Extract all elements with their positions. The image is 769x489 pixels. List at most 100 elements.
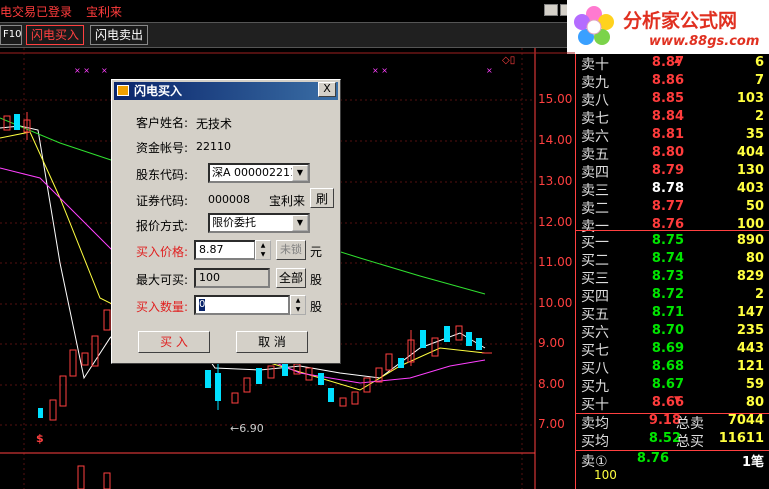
flash-buy-button[interactable]: 闪电买入 (26, 25, 84, 45)
quote-row[interactable]: 卖八 8.85 103 (576, 90, 769, 109)
quote-row-volume: 2 (754, 287, 764, 302)
lock-button[interactable]: 未锁 (276, 240, 306, 260)
quote-row-volume: 103 (736, 91, 764, 106)
quote-row-volume: 2 (754, 109, 764, 124)
quote-row-price: 8.70 (651, 323, 684, 338)
site-logo: 分析家公式网 www.88gs.com (567, 0, 769, 54)
up-arrow-icon: ▲ (674, 55, 681, 65)
quote-mode-select[interactable]: 限价委托 ▼ (208, 213, 310, 233)
qty-share-unit: 股 (310, 300, 323, 314)
quote-row-price: 8.80 (651, 145, 684, 160)
minimize-button[interactable] (544, 4, 558, 16)
low-price-annotation: ←6.90 (230, 422, 264, 435)
account-value: 22110 (196, 140, 231, 153)
chevron-down-icon[interactable]: ▼ (292, 165, 308, 181)
quote-row-label: 买三 (581, 271, 609, 287)
buy-price-input[interactable]: 8.87 (194, 240, 256, 260)
quote-row[interactable]: 买五 8.71 147 (576, 304, 769, 323)
quote-row-price: 8.67 (651, 377, 684, 392)
avg-sell-row: 卖均 9.18 总卖 7044 (581, 413, 764, 432)
quote-row-volume: 80 (745, 251, 764, 266)
quote-row[interactable]: 卖五 8.80 404 (576, 144, 769, 163)
quote-row[interactable]: 卖九 8.86 7 (576, 72, 769, 91)
buy-button[interactable]: 买 入 (138, 331, 210, 353)
stock-name: 宝利来 (86, 5, 123, 19)
quote-row-volume: 235 (736, 323, 764, 338)
quote-row-volume: 50 (745, 199, 764, 214)
y-label-7: 7.00 (538, 417, 565, 431)
quote-row-label: 买六 (581, 325, 609, 341)
toolbar: F10 闪电买入 闪电卖出 (0, 22, 575, 48)
quote-row-volume: 35 (745, 127, 764, 142)
quote-row[interactable]: 买二 8.74 80 (576, 250, 769, 269)
quote-row[interactable]: 买一 8.75 890 (576, 232, 769, 251)
quote-row[interactable]: 买九 8.67 59 (576, 376, 769, 395)
y-label-15: 15.00 (538, 92, 573, 106)
quote-row-price: 8.71 (651, 305, 684, 320)
quote-row[interactable]: 卖三 8.78 403 (576, 180, 769, 199)
quote-row[interactable]: 卖四 8.79 130 (576, 162, 769, 181)
f10-button[interactable]: F10 (0, 25, 22, 45)
quote-row-volume: 890 (736, 233, 764, 248)
quote-row-volume: 80 (745, 395, 764, 410)
quote-row-price: 8.69 (651, 341, 684, 356)
quote-row-label: 卖三 (581, 183, 609, 199)
quote-row-volume: 7 (754, 73, 764, 88)
dialog-title: 闪电买入 (134, 84, 183, 98)
quote-divider (576, 230, 769, 231)
quote-row-price: 8.72 (651, 287, 684, 302)
quote-row[interactable]: 买六 8.70 235 (576, 322, 769, 341)
quote-row-price: 8.74 (651, 251, 684, 266)
security-code-label: 证券代码: (136, 194, 189, 208)
quote-row[interactable]: 买八 8.68 121 (576, 358, 769, 377)
quote-row[interactable]: 卖六 8.81 35 (576, 126, 769, 145)
shareholder-label: 股东代码: (136, 168, 189, 182)
chevron-down-icon[interactable]: ▼ (292, 215, 308, 231)
quote-row[interactable]: 买七 8.69 443 (576, 340, 769, 359)
quote-row-price: 8.78 (651, 181, 684, 196)
buy-quantity-spinner[interactable]: ▲ ▼ (290, 295, 306, 315)
quote-row[interactable]: 卖七 8.84 2 (576, 108, 769, 127)
quote-row-price: 8.68 (651, 359, 684, 374)
max-share-unit: 股 (310, 273, 323, 287)
y-label-12: 12.00 (538, 215, 573, 229)
client-name-label: 客户姓名: (136, 116, 189, 130)
chart-marker: $ (36, 432, 44, 445)
dialog-close-button[interactable]: X (318, 82, 336, 97)
quote-row[interactable]: 买四 8.72 2 (576, 286, 769, 305)
max-buy-label: 最大可买: (136, 273, 189, 287)
flash-sell-button[interactable]: 闪电卖出 (90, 25, 148, 45)
flash-buy-dialog: 闪电买入 X 客户姓名: 无技术 资金帐号: 22110 股东代码: 深A 00… (111, 79, 341, 364)
quote-row-price: 8.81 (651, 127, 684, 142)
y-label-8: 8.00 (538, 377, 565, 391)
quote-row-volume: 403 (736, 181, 764, 196)
price-unit: 元 (310, 245, 323, 259)
client-name-value: 无技术 (196, 117, 233, 131)
cancel-button[interactable]: 取 消 (236, 331, 308, 353)
buy-quantity-input[interactable]: 0 (194, 295, 290, 315)
buy-price-spinner[interactable]: ▲ ▼ (255, 240, 271, 260)
all-button[interactable]: 全部 (276, 268, 306, 288)
refresh-button[interactable]: 刷 (310, 188, 334, 208)
dialog-title-bar[interactable]: 闪电买入 (114, 82, 338, 100)
quote-row[interactable]: 卖二 8.77 50 (576, 198, 769, 217)
spin-up-icon[interactable]: ▲ (291, 296, 305, 305)
quote-row-volume: 130 (736, 163, 764, 178)
quote-row-price: 8.79 (651, 163, 684, 178)
spin-down-icon[interactable]: ▼ (256, 250, 270, 259)
quote-row[interactable]: 买十 8.66 ▼ 80 (576, 394, 769, 413)
spin-down-icon[interactable]: ▼ (291, 305, 305, 314)
quote-row-label: 买九 (581, 379, 609, 395)
quote-row[interactable]: 卖十 8.87 ▲ 6 (576, 54, 769, 73)
quote-row-volume: 121 (736, 359, 764, 374)
quote-row-price: 8.86 (651, 73, 684, 88)
quote-row[interactable]: 买三 8.73 829 (576, 268, 769, 287)
quote-row-label: 卖九 (581, 75, 609, 91)
shareholder-select[interactable]: 深A 0000022110 ▼ (208, 163, 310, 183)
quote-row-label: 卖八 (581, 93, 609, 109)
y-label-11: 11.00 (538, 255, 573, 269)
spin-up-icon[interactable]: ▲ (256, 241, 270, 250)
y-label-9: 9.00 (538, 336, 565, 350)
quote-row-label: 卖四 (581, 165, 609, 181)
svg-text:× ×: × × (372, 66, 388, 75)
